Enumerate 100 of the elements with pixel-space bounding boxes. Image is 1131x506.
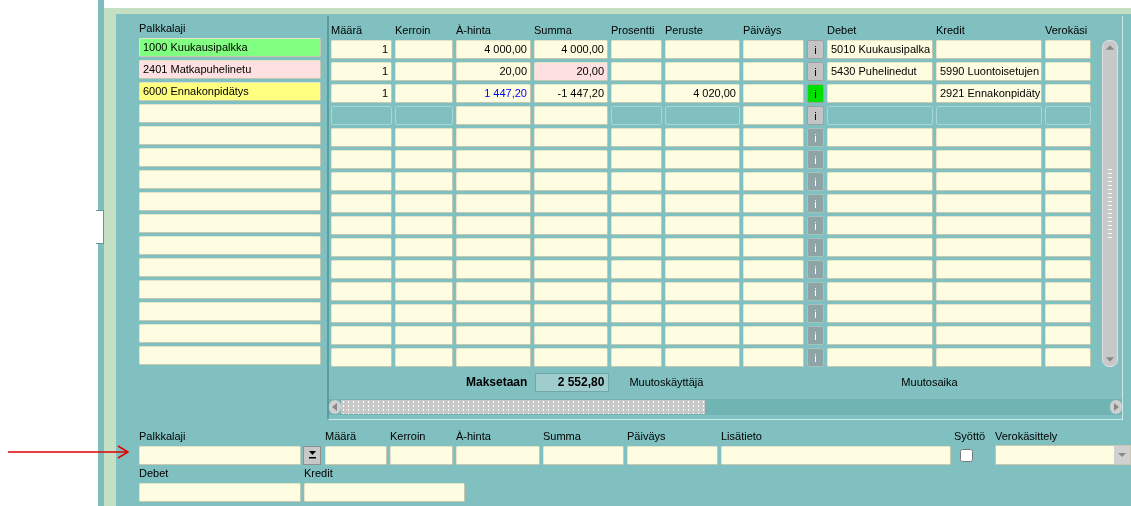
table-cell[interactable] [827,150,933,169]
table-cell[interactable] [743,348,804,367]
info-button[interactable]: i [807,62,824,81]
table-cell[interactable] [456,238,531,257]
table-cell[interactable] [936,194,1042,213]
table-cell[interactable] [1045,172,1091,191]
table-cell[interactable] [139,104,321,123]
table-cell[interactable] [456,194,531,213]
table-cell[interactable] [395,348,453,367]
table-cell[interactable] [456,106,531,125]
table-cell[interactable] [534,128,608,147]
table-cell[interactable] [743,106,804,125]
table-cell[interactable] [534,326,608,345]
table-cell[interactable] [665,326,740,345]
table-cell[interactable] [665,348,740,367]
table-cell[interactable] [936,172,1042,191]
table-cell[interactable] [331,150,392,169]
table-cell[interactable] [456,150,531,169]
table-cell[interactable] [456,348,531,367]
table-cell[interactable]: 1 [331,62,392,81]
table-cell[interactable] [936,326,1042,345]
table-cell[interactable]: 6000 Ennakonpidätys [139,82,321,101]
table-cell[interactable]: 1 447,20 [456,84,531,103]
dropdown[interactable] [995,445,1131,465]
table-cell[interactable] [665,150,740,169]
table-cell[interactable] [456,172,531,191]
table-cell[interactable] [611,172,662,191]
table-cell[interactable]: 20,00 [456,62,531,81]
table-cell[interactable] [743,40,804,59]
checkbox[interactable] [960,448,973,462]
table-cell[interactable] [331,238,392,257]
table-cell[interactable] [827,172,933,191]
table-cell[interactable] [395,260,453,279]
table-cell[interactable]: 5990 Luontoisetujen [936,62,1042,81]
table-cell[interactable] [331,194,392,213]
table-cell[interactable] [743,84,804,103]
table-cell[interactable] [611,216,662,235]
table-cell[interactable] [534,216,608,235]
table-cell[interactable] [743,128,804,147]
table-cell[interactable] [827,238,933,257]
table-cell[interactable] [395,62,453,81]
table-cell[interactable] [395,216,453,235]
table-cell[interactable] [665,304,740,323]
table-cell[interactable] [139,170,321,189]
horizontal-scrollbar[interactable] [329,399,1122,415]
table-cell[interactable] [936,282,1042,301]
table-cell[interactable] [1045,238,1091,257]
table-cell[interactable] [827,84,933,103]
table-cell[interactable] [1045,216,1091,235]
table-cell[interactable] [611,128,662,147]
table-cell[interactable] [395,84,453,103]
table-cell[interactable] [665,62,740,81]
table-cell[interactable] [331,172,392,191]
table-cell[interactable] [611,84,662,103]
table-cell[interactable] [665,128,740,147]
table-cell[interactable] [827,194,933,213]
table-cell[interactable] [395,128,453,147]
table-cell[interactable] [936,216,1042,235]
table-cell[interactable] [743,194,804,213]
table-cell[interactable]: -1 447,20 [534,84,608,103]
table-cell[interactable] [395,238,453,257]
table-cell[interactable] [534,194,608,213]
table-cell[interactable] [611,238,662,257]
table-cell[interactable] [1045,84,1091,103]
table-cell[interactable] [534,172,608,191]
table-cell[interactable] [456,326,531,345]
table-cell[interactable] [534,150,608,169]
table-cell[interactable] [1045,128,1091,147]
table-cell[interactable] [743,150,804,169]
table-cell[interactable] [611,194,662,213]
table-cell[interactable] [331,216,392,235]
table-cell[interactable] [665,172,740,191]
table-cell[interactable] [139,214,321,233]
table-cell[interactable] [611,304,662,323]
table-cell[interactable] [1045,260,1091,279]
input-field[interactable] [456,445,540,465]
table-cell[interactable] [611,40,662,59]
table-cell[interactable] [665,282,740,301]
table-cell[interactable] [331,282,392,301]
input-field[interactable] [390,445,453,465]
table-cell[interactable] [1045,194,1091,213]
table-cell[interactable] [534,106,608,125]
table-cell[interactable] [827,128,933,147]
table-cell[interactable] [395,150,453,169]
table-cell[interactable]: 2921 Ennakonpidäty [936,84,1042,103]
table-cell[interactable]: 4 000,00 [456,40,531,59]
input-field[interactable] [627,445,718,465]
table-cell[interactable] [139,302,321,321]
table-cell[interactable]: 1 [331,40,392,59]
table-cell[interactable] [665,260,740,279]
table-cell[interactable] [1045,62,1091,81]
table-cell[interactable] [331,260,392,279]
table-cell[interactable] [743,326,804,345]
table-cell[interactable]: 4 020,00 [665,84,740,103]
table-cell[interactable] [1045,150,1091,169]
table-cell[interactable] [139,280,321,299]
table-cell[interactable] [1045,348,1091,367]
table-cell[interactable] [665,238,740,257]
table-cell[interactable] [456,216,531,235]
table-cell[interactable] [331,304,392,323]
